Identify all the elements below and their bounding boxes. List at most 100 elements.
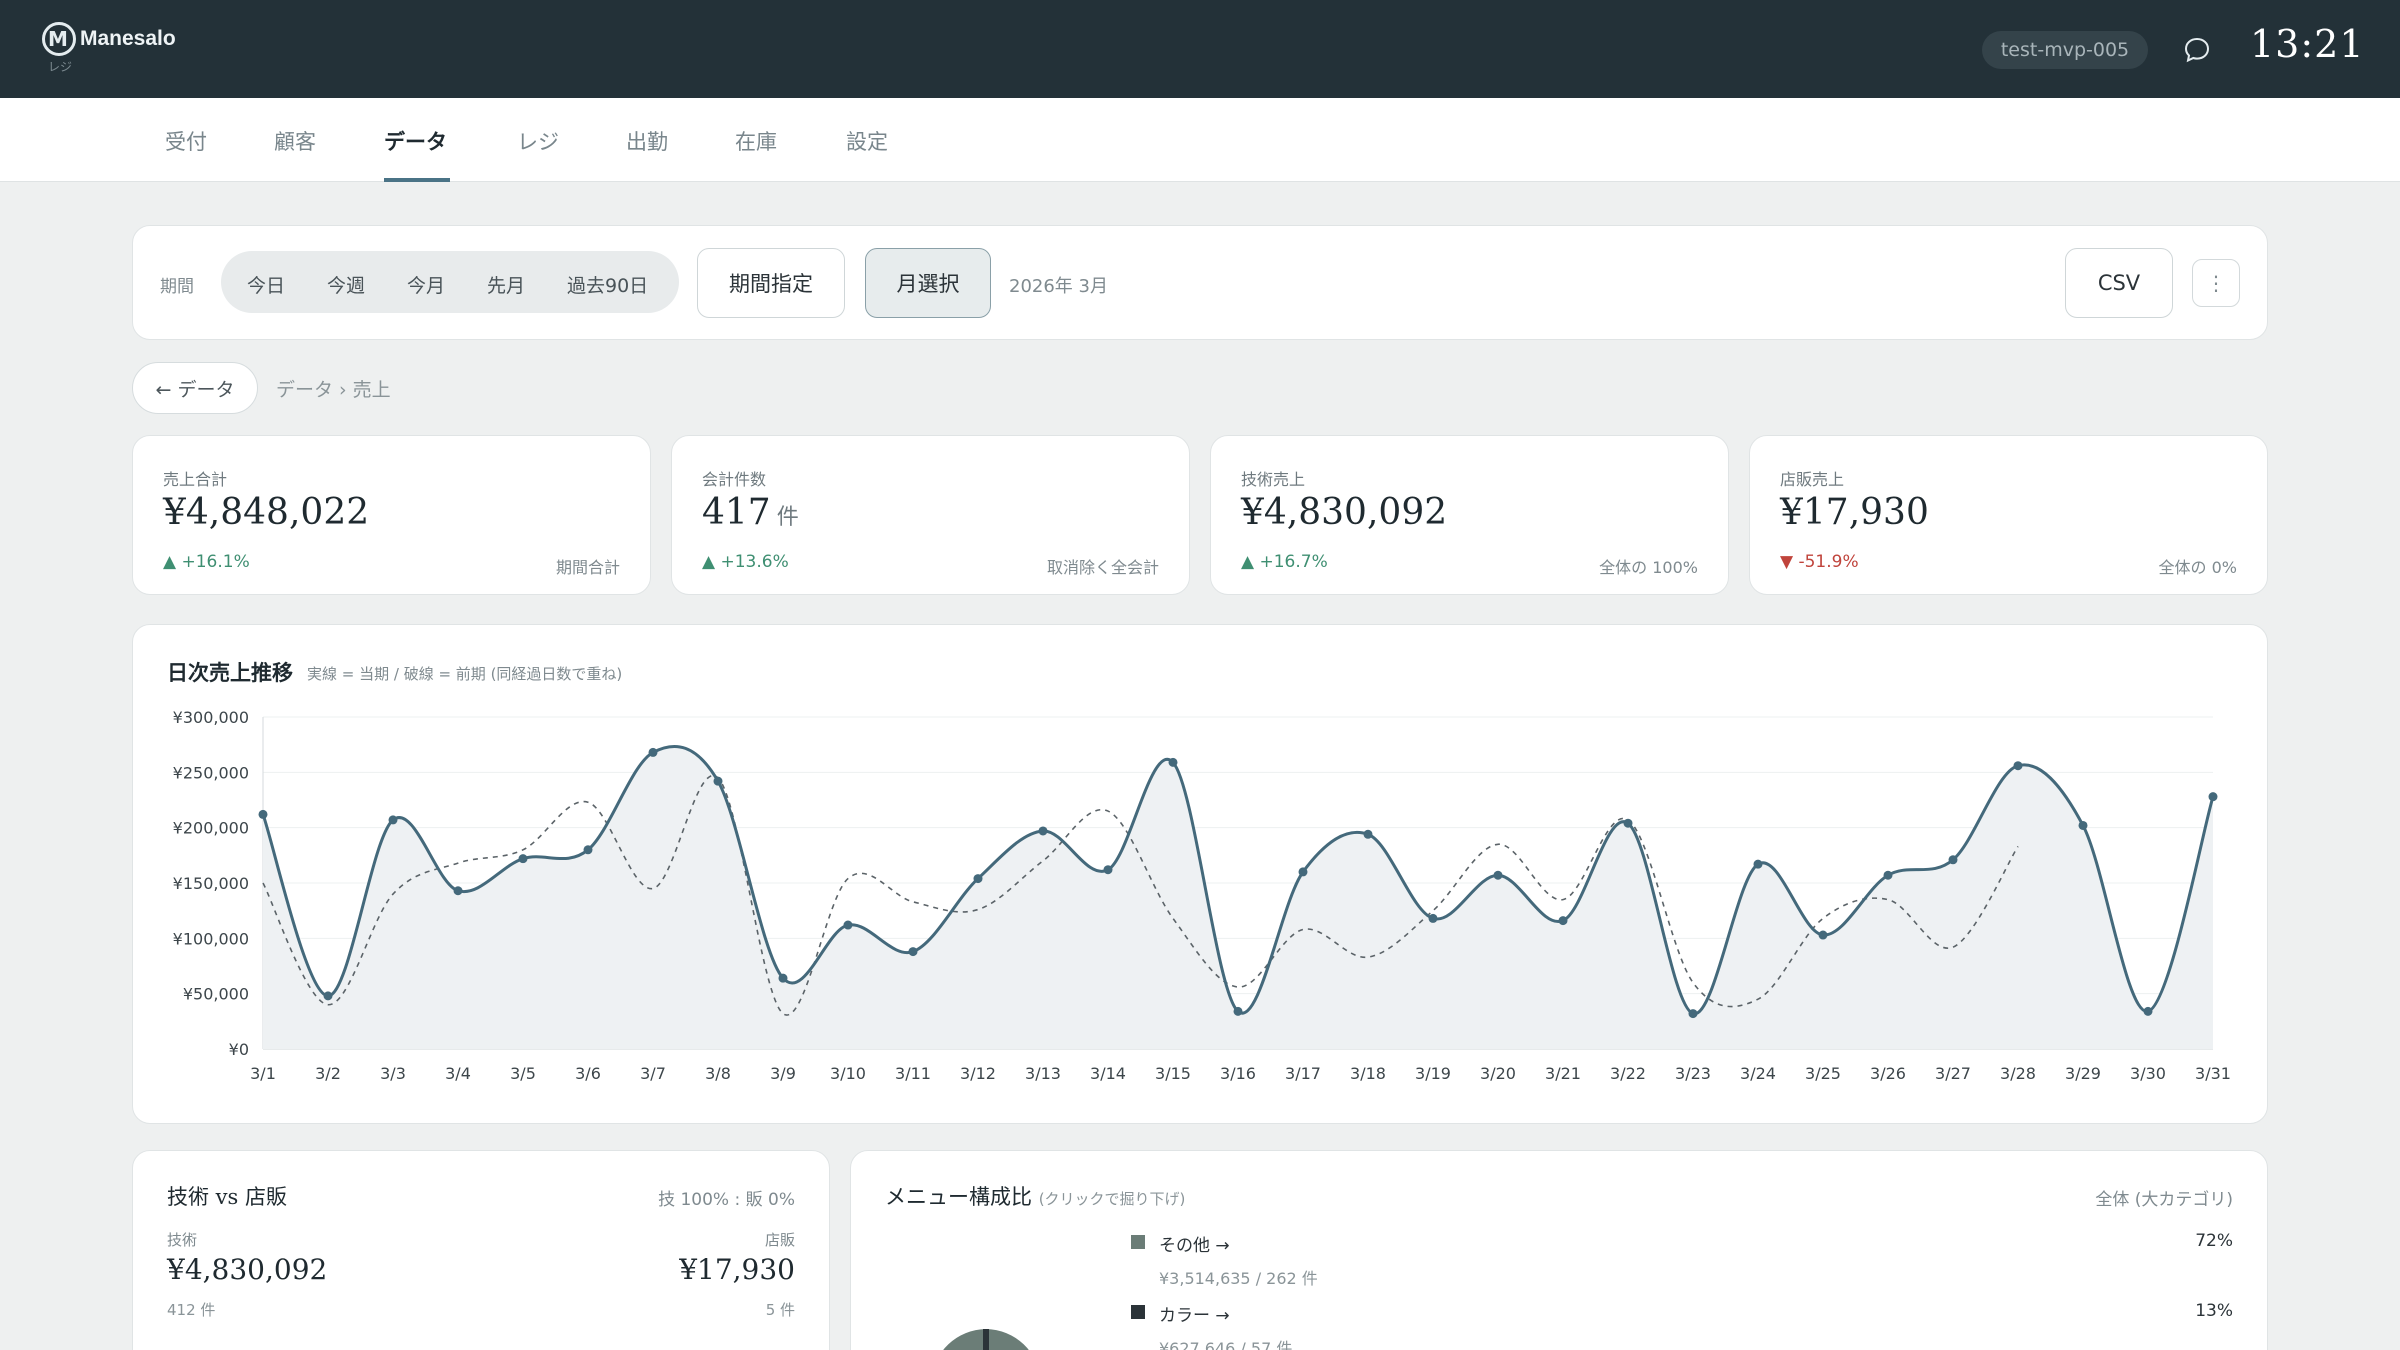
period-last-90-days[interactable]: 過去90日 — [567, 271, 648, 298]
y-tick-label: ¥50,000 — [183, 985, 249, 1004]
kpi-card-transactions: 会計件数 417 件 ▲ +13.6% 取消除く全会計 — [671, 435, 1190, 595]
tab-data[interactable]: データ — [384, 126, 447, 156]
data-point — [518, 854, 528, 864]
account-badge[interactable]: test-mvp-005 — [1982, 31, 2148, 69]
kpi-label: 売上合計 — [163, 470, 228, 489]
kpi-delta: ▲ +13.6% — [702, 552, 789, 572]
menu-item-detail: ¥3,514,635 / 262 件 — [1159, 1269, 1318, 1288]
y-tick-label: ¥300,000 — [173, 708, 249, 727]
tab-customers[interactable]: 顧客 — [274, 126, 316, 156]
legend-swatch — [1131, 1305, 1145, 1319]
menu-mix-donut-chart[interactable] — [921, 1329, 1051, 1350]
date-range-button[interactable]: 期間指定 — [697, 248, 845, 318]
kpi-value: ¥4,830,092 — [1241, 492, 1448, 533]
clock: 13:21 — [2250, 22, 2365, 66]
tab-inventory[interactable]: 在庫 — [735, 126, 777, 156]
x-tick-label: 3/24 — [1740, 1064, 1776, 1083]
kpi-note: 期間合計 — [555, 558, 620, 577]
x-tick-label: 3/20 — [1480, 1064, 1516, 1083]
kpi-value: ¥17,930 — [1780, 492, 1929, 533]
kpi-label: 店販売上 — [1780, 470, 1845, 489]
kpi-unit: 件 — [776, 505, 799, 530]
data-point — [2078, 820, 2088, 830]
tech-vs-retail-card: 技術 vs 店販 技 100% : 販 0% 技術 ¥4,830,092 412… — [132, 1150, 830, 1350]
current-series-area — [263, 746, 2213, 1049]
y-tick-label: ¥100,000 — [173, 929, 249, 948]
x-tick-label: 3/4 — [445, 1064, 471, 1083]
x-tick-label: 3/10 — [830, 1064, 866, 1083]
more-options-button[interactable]: ⋮ — [2192, 259, 2240, 307]
kpi-card-technical-sales: 技術売上 ¥4,830,092 ▲ +16.7% 全体の 100% — [1210, 435, 1729, 595]
logo-icon — [42, 22, 76, 56]
x-tick-label: 3/23 — [1675, 1064, 1711, 1083]
x-tick-label: 3/31 — [2195, 1064, 2231, 1083]
kpi-note: 全体の 100% — [1599, 558, 1698, 577]
y-tick-label: ¥200,000 — [173, 819, 249, 838]
x-tick-label: 3/12 — [960, 1064, 996, 1083]
card-title: メニュー構成比 (クリックで掘り下げ) — [885, 1185, 1186, 1209]
data-point — [908, 947, 918, 957]
csv-export-button[interactable]: CSV — [2065, 248, 2173, 318]
data-point — [1168, 757, 1178, 767]
active-tab-indicator — [384, 178, 450, 182]
period-this-month[interactable]: 今月 — [407, 271, 445, 298]
chat-icon[interactable] — [2183, 36, 2211, 64]
x-tick-label: 3/11 — [895, 1064, 931, 1083]
data-point — [1428, 913, 1438, 923]
menu-mix-card: メニュー構成比 (クリックで掘り下げ) 全体 (大カテゴリ) その他 → ¥3,… — [850, 1150, 2268, 1350]
data-point — [2013, 761, 2023, 771]
kpi-label: 会計件数 — [702, 470, 767, 489]
card-title-note: (クリックで掘り下げ) — [1038, 1190, 1186, 1208]
period-this-week[interactable]: 今週 — [327, 271, 365, 298]
x-tick-label: 3/29 — [2065, 1064, 2101, 1083]
retail-label: 店販 — [764, 1231, 795, 1249]
x-tick-label: 3/26 — [1870, 1064, 1906, 1083]
x-tick-label: 3/15 — [1155, 1064, 1191, 1083]
data-point — [258, 809, 268, 819]
retail-count: 5 件 — [765, 1301, 795, 1319]
data-point — [1558, 916, 1568, 926]
data-point — [843, 920, 853, 930]
x-tick-label: 3/5 — [510, 1064, 536, 1083]
menu-item-detail: ¥627,646 / 57 件 — [1159, 1339, 1293, 1350]
app-name: Manesalo — [80, 27, 176, 50]
tab-attendance[interactable]: 出勤 — [626, 126, 668, 156]
y-tick-label: ¥150,000 — [173, 874, 249, 893]
app-logo[interactable]: Manesalo — [42, 22, 176, 56]
month-select-button[interactable]: 月選択 — [865, 248, 991, 318]
data-point — [2143, 1006, 2153, 1016]
data-point — [388, 815, 398, 825]
scope-label: 全体 (大カテゴリ) — [2095, 1190, 2233, 1210]
x-tick-label: 3/7 — [640, 1064, 666, 1083]
tab-register[interactable]: レジ — [517, 126, 559, 156]
period-today[interactable]: 今日 — [247, 271, 285, 298]
legend-swatch — [1131, 1235, 1145, 1249]
menu-item-pct: 13% — [2195, 1301, 2233, 1321]
kpi-delta: ▲ +16.7% — [1241, 552, 1328, 572]
y-tick-label: ¥0 — [229, 1040, 249, 1059]
data-point — [778, 973, 788, 983]
top-bar: Manesalo レジ test-mvp-005 13:21 — [0, 0, 2400, 98]
data-point — [2208, 792, 2218, 802]
kpi-delta: ▲ +16.1% — [163, 552, 250, 572]
ratio-label: 技 100% : 販 0% — [658, 1190, 795, 1210]
back-button[interactable]: ← データ — [132, 362, 258, 414]
tech-count: 412 件 — [167, 1301, 216, 1319]
retail-value: ¥17,930 — [679, 1253, 795, 1286]
kpi-note: 全体の 0% — [2158, 558, 2237, 577]
daily-sales-line-chart[interactable]: ¥0 ¥50,000 ¥100,000 ¥150,000 ¥200,000 ¥250,00… — [133, 625, 2269, 1125]
x-tick-label: 3/2 — [315, 1064, 341, 1083]
data-point — [713, 776, 723, 786]
tab-settings[interactable]: 設定 — [846, 126, 888, 156]
x-tick-label: 3/28 — [2000, 1064, 2036, 1083]
data-point — [1623, 818, 1633, 828]
main-nav: 受付 顧客 データ レジ 出勤 在庫 設定 — [0, 98, 2400, 182]
x-tick-label: 3/9 — [770, 1064, 796, 1083]
tab-reception[interactable]: 受付 — [165, 126, 207, 156]
x-tick-label: 3/30 — [2130, 1064, 2166, 1083]
daily-sales-chart-card: 日次売上推移 実線 = 当期 / 破線 = 前期 (同経過日数で重ね) ¥0 ¥5… — [132, 624, 2268, 1124]
period-last-month[interactable]: 先月 — [487, 271, 525, 298]
card-title: 技術 vs 店販 — [167, 1185, 287, 1209]
x-tick-label: 3/27 — [1935, 1064, 1971, 1083]
data-point — [1818, 930, 1828, 940]
